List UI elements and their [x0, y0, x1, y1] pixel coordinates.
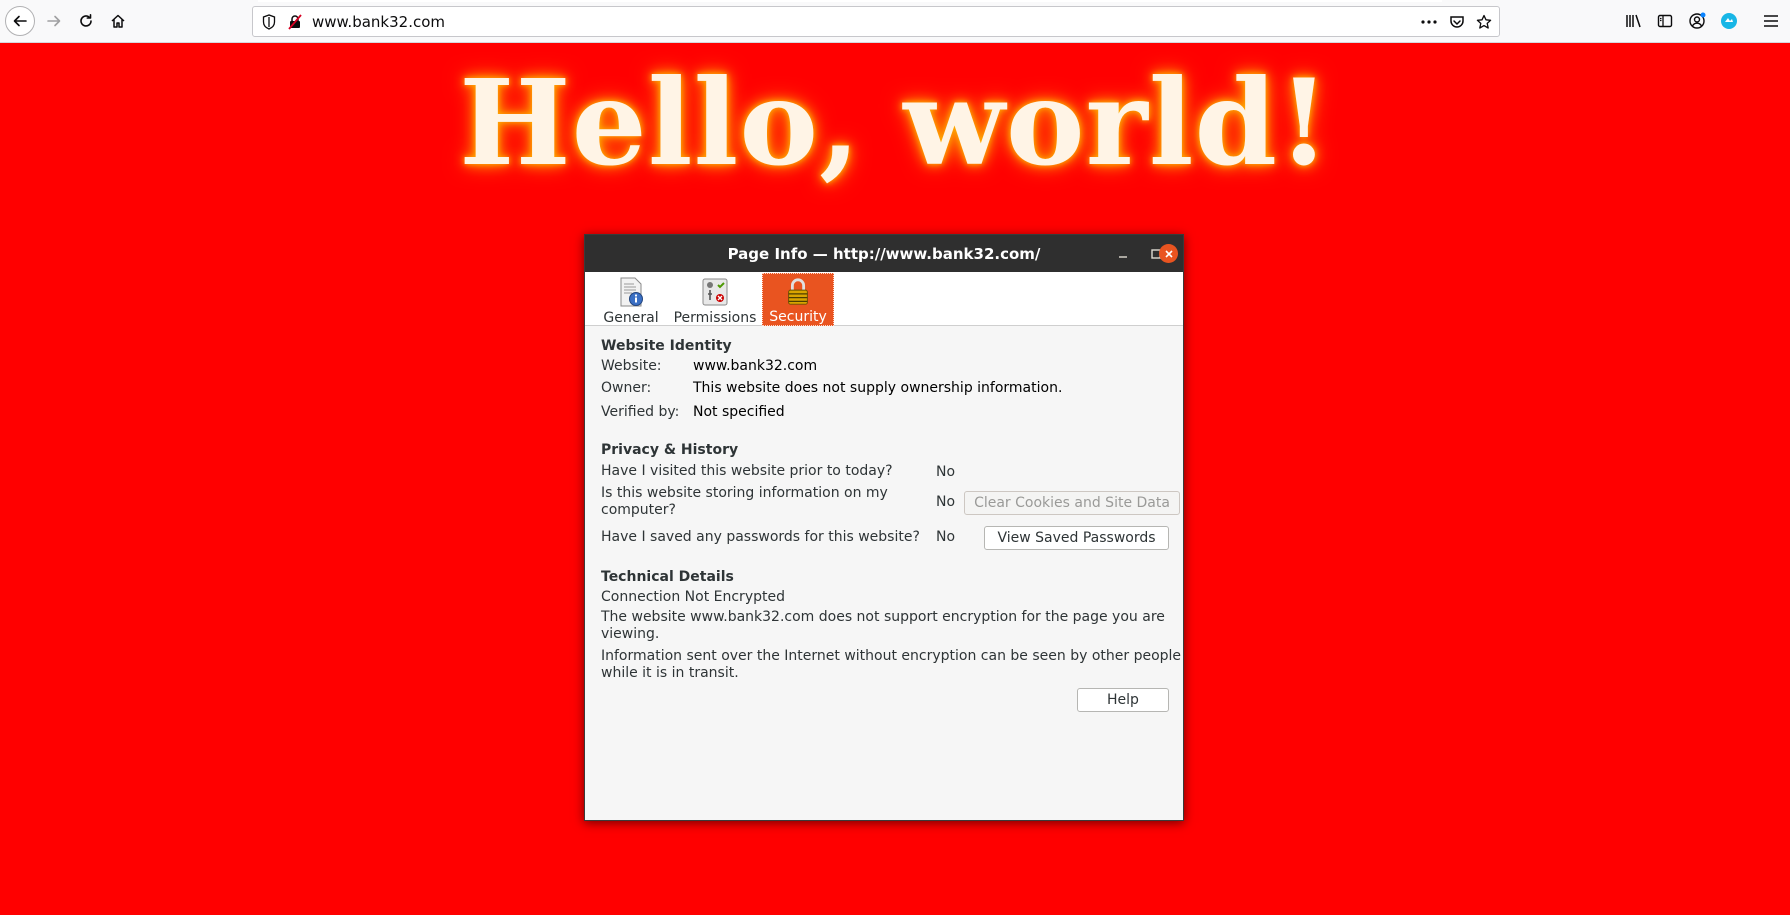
website-label: Website: — [601, 358, 662, 374]
dialog-titlebar[interactable]: Page Info — http://www.bank32.com/ — [585, 235, 1183, 272]
verified-by-label: Verified by: — [601, 404, 680, 420]
tab-general-label: General — [603, 310, 659, 326]
page-headline: Hello, world! — [459, 53, 1331, 192]
pocket-icon[interactable] — [1448, 13, 1466, 31]
clear-cookies-button[interactable]: Clear Cookies and Site Data — [964, 491, 1180, 515]
passwords-answer: No — [936, 529, 956, 545]
view-saved-passwords-button[interactable]: View Saved Passwords — [984, 526, 1169, 550]
passwords-question: Have I saved any passwords for this webs… — [601, 529, 920, 545]
tab-security-label: Security — [769, 309, 827, 325]
tab-permissions[interactable]: Permissions — [673, 273, 757, 326]
tab-security[interactable]: Security — [762, 273, 834, 326]
url-text[interactable]: www.bank32.com — [312, 13, 445, 31]
general-info-icon — [620, 277, 643, 307]
tab-general[interactable]: General — [601, 273, 661, 326]
encryption-note-line2: viewing. — [601, 626, 660, 642]
home-icon[interactable] — [103, 6, 133, 36]
privacy-history-heading: Privacy & History — [601, 442, 739, 458]
security-padlock-icon — [788, 278, 808, 305]
storing-question-line1: Is this website storing information on m… — [601, 485, 888, 501]
help-button-label: Help — [1107, 692, 1139, 708]
clear-cookies-button-label: Clear Cookies and Site Data — [974, 495, 1170, 511]
active-tab-indicator — [258, 0, 1442, 2]
minimize-icon[interactable] — [1113, 244, 1132, 263]
url-bar[interactable]: www.bank32.com — [252, 6, 1500, 37]
visited-answer: No — [936, 464, 956, 480]
transit-note-line2: while it is in transit. — [601, 665, 739, 681]
page-info-tabbar: General Permissions Security — [585, 272, 1183, 326]
dialog-title: Page Info — http://www.bank32.com/ — [727, 245, 1041, 263]
tab-permissions-label: Permissions — [673, 310, 757, 326]
connection-status: Connection Not Encrypted — [601, 589, 785, 605]
technical-details-heading: Technical Details — [601, 569, 734, 585]
reload-icon[interactable] — [71, 6, 101, 36]
visited-question: Have I visited this website prior to tod… — [601, 463, 893, 479]
forward-arrow-icon[interactable] — [39, 6, 69, 36]
library-icon[interactable] — [1619, 6, 1649, 36]
page-actions-icon[interactable] — [1420, 13, 1438, 31]
browser-toolbar: www.bank32.com — [0, 0, 1790, 43]
hamburger-menu-icon[interactable] — [1756, 6, 1786, 36]
storing-answer: No — [936, 494, 956, 510]
view-saved-passwords-label: View Saved Passwords — [997, 530, 1156, 546]
website-identity-heading: Website Identity — [601, 338, 732, 354]
storing-question-line2: computer? — [601, 502, 676, 518]
extension-icon[interactable] — [1714, 6, 1744, 36]
tracking-protection-icon[interactable] — [260, 13, 278, 31]
bookmark-star-icon[interactable] — [1475, 13, 1493, 31]
help-button[interactable]: Help — [1077, 688, 1169, 712]
account-icon[interactable] — [1682, 6, 1712, 36]
transit-note-line1: Information sent over the Internet witho… — [601, 648, 1182, 664]
website-value: www.bank32.com — [693, 358, 818, 374]
owner-value: This website does not supply ownership i… — [693, 380, 1063, 396]
verified-by-value: Not specified — [693, 404, 785, 420]
encryption-note-line1: The website www.bank32.com does not supp… — [601, 609, 1165, 625]
sidebar-icon[interactable] — [1650, 6, 1680, 36]
permissions-icon — [702, 278, 728, 306]
owner-label: Owner: — [601, 380, 652, 396]
page-info-dialog: Page Info — http://www.bank32.com/ Gener… — [584, 234, 1184, 821]
back-arrow-icon[interactable] — [5, 6, 35, 36]
insecure-lock-icon[interactable] — [286, 13, 304, 31]
close-icon[interactable] — [1159, 244, 1178, 263]
